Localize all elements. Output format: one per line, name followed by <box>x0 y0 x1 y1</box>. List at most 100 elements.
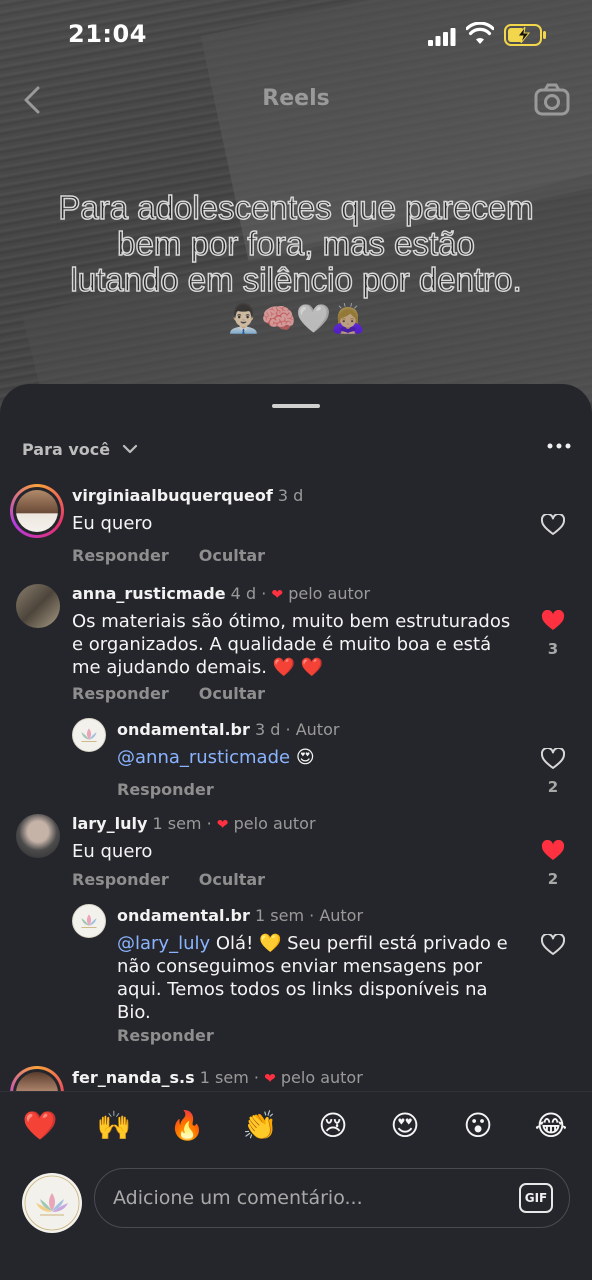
cellular-signal-icon <box>428 28 456 46</box>
avatar[interactable] <box>72 904 106 938</box>
reel-title: Reels <box>262 86 330 111</box>
sheet-grabber[interactable] <box>272 404 320 408</box>
comment-time: 1 sem <box>152 814 202 833</box>
comment-time: 3 d <box>277 486 304 505</box>
author-heart-icon: ❤ <box>271 587 284 603</box>
hide-button[interactable]: Ocultar <box>199 684 265 703</box>
avatar-story-ring[interactable] <box>10 484 64 538</box>
emoji-surprised-button[interactable]: 😮 <box>460 1108 496 1144</box>
comment-input[interactable]: Adicione um comentário... GIF <box>94 1168 570 1228</box>
reply-button[interactable]: Responder <box>117 1026 214 1045</box>
reply-button[interactable]: Responder <box>72 870 169 889</box>
reply-button[interactable]: Responder <box>117 780 214 799</box>
chevron-down-icon <box>123 444 138 454</box>
avatar[interactable] <box>16 584 60 628</box>
comment-meta: anna_rusticmade 4 d · ❤ pelo autor <box>72 584 371 603</box>
comment-filter-dropdown[interactable]: Para você <box>22 436 138 462</box>
like-count: 2 <box>547 778 559 796</box>
comment-item: lary_luly 1 sem · ❤ pelo autor Eu quero … <box>0 814 592 898</box>
heart-outline-icon[interactable] <box>541 934 565 956</box>
gif-button[interactable]: GIF <box>519 1183 553 1213</box>
my-avatar <box>22 1173 82 1233</box>
heart-outline-icon[interactable] <box>541 748 565 770</box>
comment-username[interactable]: anna_rusticmade <box>72 584 226 603</box>
lotus-logo-icon <box>81 728 97 743</box>
emoji-laughing-button[interactable]: 😂 <box>533 1108 569 1144</box>
comment-item: virginiaalbuquerqueof 3 d Eu quero Respo… <box>0 484 592 576</box>
status-bar: 21:04 <box>0 0 592 70</box>
mention-link[interactable]: @lary_luly <box>117 933 210 954</box>
comment-actions: Responder Ocultar <box>72 684 265 703</box>
author-heart-icon: ❤ <box>216 817 229 833</box>
mention-link[interactable]: @anna_rusticmade <box>117 747 290 768</box>
filter-label: Para você <box>22 439 111 459</box>
like-count: 2 <box>547 870 559 888</box>
comment-meta: ondamental.br 3 d · Autor <box>117 720 340 739</box>
comment-username[interactable]: virginiaalbuquerqueof <box>72 486 273 505</box>
comment-text: Eu quero <box>72 841 153 862</box>
wifi-icon <box>466 22 494 44</box>
comments-sheet: Para você virginiaalbuquerqueof 3 d Eu q… <box>0 384 592 1280</box>
comment-username[interactable]: ondamental.br <box>117 720 250 739</box>
emoji-fire-button[interactable]: 🔥 <box>169 1108 205 1144</box>
comment-actions: Responder Ocultar <box>72 870 265 889</box>
hide-button[interactable]: Ocultar <box>199 870 265 889</box>
heart-outline-icon[interactable] <box>541 514 565 536</box>
reel-caption-line: bem por fora, mas estão <box>116 225 475 263</box>
heart-filled-icon[interactable] <box>541 840 565 862</box>
liked-by-author-label: pelo autor <box>233 814 316 833</box>
comment-actions: Responder Ocultar <box>72 546 265 565</box>
comment-input-placeholder: Adicione um comentário... <box>113 1187 363 1209</box>
quick-emoji-bar: ❤️ 🙌 🔥 👏 😢 😍 😮 😂 <box>0 1091 592 1159</box>
avatar <box>16 490 58 532</box>
comment-text: Os materiais são ótimo, muito bem estrut… <box>72 611 511 678</box>
comment-meta: virginiaalbuquerqueof 3 d <box>72 486 303 505</box>
comment-username[interactable]: fer_nanda_s.s <box>72 1068 195 1087</box>
heart-filled-icon[interactable] <box>541 610 565 632</box>
comment-meta: ondamental.br 1 sem · Autor <box>117 906 364 925</box>
liked-by-author-label: pelo autor <box>280 1068 363 1087</box>
emoji-heart-button[interactable]: ❤️ <box>22 1108 58 1144</box>
lotus-logo-icon <box>24 1175 80 1231</box>
status-time: 21:04 <box>68 20 147 48</box>
reel-caption-line: Para adolescentes que parecem <box>58 189 535 227</box>
reply-item: ondamental.br 1 sem · Autor @lary_luly O… <box>0 904 592 1054</box>
comment-time: 1 sem <box>199 1068 249 1087</box>
avatar[interactable] <box>16 814 60 858</box>
like-count: 3 <box>547 640 559 658</box>
comment-actions: Responder <box>117 1026 214 1045</box>
comment-username[interactable]: ondamental.br <box>117 906 250 925</box>
lotus-logo-icon <box>81 914 97 929</box>
comment-item: fer_nanda_s.s 1 sem · ❤ pelo autor <box>0 1066 592 1091</box>
comment-username[interactable]: lary_luly <box>72 814 147 833</box>
reply-button[interactable]: Responder <box>72 546 169 565</box>
avatar-story-ring[interactable] <box>10 1066 64 1091</box>
comment-actions: Responder <box>117 780 214 799</box>
reel-caption-line: lutando em silêncio por dentro. <box>70 261 523 299</box>
emoji-crying-button[interactable]: 😢 <box>315 1108 351 1144</box>
comment-item: anna_rusticmade 4 d · ❤ pelo autor Os ma… <box>0 584 592 714</box>
camera-icon[interactable] <box>532 80 572 120</box>
author-label: Autor <box>319 906 364 925</box>
reply-button[interactable]: Responder <box>72 684 169 703</box>
emoji-heart-eyes-button[interactable]: 😍 <box>387 1108 423 1144</box>
reel-header: Reels <box>0 78 592 122</box>
hide-button[interactable]: Ocultar <box>199 546 265 565</box>
comment-text: Eu quero <box>72 513 153 534</box>
comment-text: @lary_luly Olá! 💛 Seu perfil está privad… <box>117 933 508 1023</box>
reply-item: ondamental.br 3 d · Autor @anna_rusticma… <box>0 718 592 799</box>
battery-charging-icon <box>504 24 546 46</box>
more-options-icon[interactable] <box>546 436 572 456</box>
comment-meta: lary_luly 1 sem · ❤ pelo autor <box>72 814 316 833</box>
comment-input-row: Adicione um comentário... GIF <box>0 1159 592 1280</box>
reel-caption: Para adolescentes que parecem bem por fo… <box>10 189 582 299</box>
comment-meta: fer_nanda_s.s 1 sem · ❤ pelo autor <box>72 1068 363 1087</box>
comments-list: virginiaalbuquerqueof 3 d Eu quero Respo… <box>0 474 592 1091</box>
author-label: Autor <box>295 720 340 739</box>
liked-by-author-label: pelo autor <box>288 584 371 603</box>
emoji-clap-button[interactable]: 👏 <box>242 1108 278 1144</box>
avatar[interactable] <box>72 718 106 752</box>
emoji-raised-hands-button[interactable]: 🙌 <box>96 1108 132 1144</box>
comment-time: 1 sem <box>255 906 305 925</box>
author-heart-icon: ❤ <box>264 1071 276 1087</box>
